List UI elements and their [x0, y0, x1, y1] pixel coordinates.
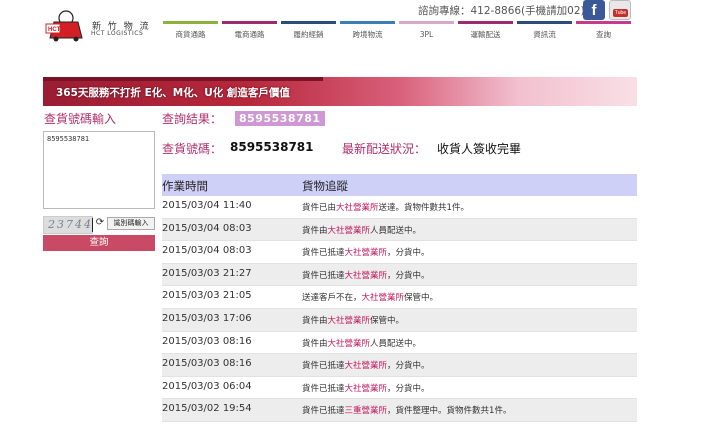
row-station-link[interactable]: 大社營業所 — [345, 271, 388, 281]
row-time: 2015/03/03 08:16 — [162, 358, 252, 370]
table-header: 作業時間 貨物追蹤 — [162, 174, 637, 196]
table-row: 2015/03/04 11:40 貨件已由大社營業所送達。貨物件數共1件。 — [162, 196, 637, 219]
refresh-captcha-icon[interactable]: ⟳ — [95, 217, 105, 229]
tracking-number-input[interactable] — [43, 131, 155, 209]
row-description: 送達客戶不在，大社營業所保管中。 — [302, 291, 438, 303]
slogan-banner: 365天服務不打折 E化、M化、U化 創造客戶價值 — [43, 77, 637, 106]
nav-item-3[interactable]: 跨境物流 — [340, 21, 395, 39]
row-desc-pre: 貨件已抵達 — [302, 383, 345, 394]
latest-status-label: 最新配送狀況： — [342, 142, 427, 156]
row-description: 貨件已由大社營業所送達。貨物件數共1件。 — [302, 201, 469, 213]
table-row: 2015/03/03 06:04 貨件已抵達大社營業所，分貨中。 — [162, 377, 637, 400]
row-description: 貨件已抵達三重營業所，貨件整理中。貨物件數共1件。 — [302, 404, 511, 416]
row-time: 2015/03/03 17:06 — [162, 312, 252, 324]
row-desc-pre: 貨件已抵達 — [302, 248, 345, 259]
row-desc-pre: 貨件由 — [302, 225, 328, 236]
row-desc-post: 保管中。 — [404, 293, 439, 304]
row-desc-pre: 貨件已由 — [302, 203, 337, 213]
latest-status-value: 收貨人簽收完畢 — [437, 142, 522, 156]
row-desc-pre: 貨件由 — [302, 315, 328, 326]
table-row: 2015/03/03 21:27 貨件已抵達大社營業所，分貨中。 — [162, 263, 637, 287]
row-station-link[interactable]: 大社營業所 — [345, 361, 388, 371]
nav-item-1[interactable]: 電商通路 — [222, 21, 277, 39]
row-station-link[interactable]: 大社營業所 — [362, 293, 405, 303]
row-station-link[interactable]: 大社營業所 — [345, 384, 388, 394]
table-row: 2015/03/04 08:03 貨件由大社營業所人員配送中。 — [162, 218, 637, 242]
row-description: 貨件由大社營業所保管中。 — [302, 314, 404, 326]
tracking-number-label: 查貨號碼： — [162, 142, 223, 156]
row-time: 2015/03/04 11:40 — [162, 200, 252, 211]
tracking-table: 作業時間 貨物追蹤 2015/03/04 11:40 貨件已由大社營業所送達。貨物… — [162, 174, 637, 422]
row-description: 貨件由大社營業所人員配送中。 — [302, 224, 421, 236]
row-station-link[interactable]: 大社營業所 — [328, 226, 371, 236]
youtube-icon[interactable]: Tube — [609, 0, 631, 20]
banner-text: 365天服務不打折 E化、M化、U化 創造客戶價值 — [56, 87, 290, 99]
table-row: 2015/03/02 19:54 貨件已抵達三重營業所，貨件整理中。貨物件數共1件… — [162, 399, 637, 422]
captcha-image: 23744 — [43, 216, 93, 234]
text-caret — [92, 218, 93, 232]
row-desc-post: 保管中。 — [370, 315, 405, 326]
row-description: 貨件已抵達大社營業所，分貨中。 — [302, 246, 430, 258]
row-station-link[interactable]: 三重營業所 — [345, 406, 388, 416]
tracking-number-value: 8595538781 — [230, 140, 314, 154]
row-time: 2015/03/04 08:03 — [162, 222, 252, 234]
table-row: 2015/03/03 17:06 貨件由大社營業所保管中。 — [162, 308, 637, 332]
nav-item-0[interactable]: 商貨通路 — [163, 21, 218, 39]
banner-accent-bar — [43, 77, 323, 81]
row-time: 2015/03/03 06:04 — [162, 380, 252, 392]
row-desc-post: ，分貨中。 — [387, 383, 430, 394]
result-value-badge: 8595538781 — [235, 111, 325, 126]
row-desc-post: ，分貨中。 — [387, 361, 430, 372]
row-station-link[interactable]: 大社營業所 — [328, 339, 371, 349]
row-desc-post: ，分貨中。 — [387, 248, 430, 259]
nav-item-5[interactable]: 運輸配送 — [458, 21, 513, 39]
nav-item-7[interactable]: 查詢 — [576, 21, 631, 39]
row-time: 2015/03/04 08:03 — [162, 245, 252, 257]
row-desc-post: ，分貨中。 — [387, 270, 430, 281]
row-station-link[interactable]: 大社營業所 — [336, 203, 379, 213]
row-station-link[interactable]: 大社營業所 — [345, 248, 388, 258]
row-desc-post: ，貨件整理中。貨物件數共1件。 — [387, 406, 512, 417]
row-desc-pre: 送達客戶不在， — [302, 293, 362, 304]
row-station-link[interactable]: 大社營業所 — [328, 316, 371, 326]
nav-item-2[interactable]: 履約經銷 — [281, 21, 336, 39]
row-description: 貨件已抵達大社營業所，分貨中。 — [302, 382, 430, 394]
col-header-time: 作業時間 — [162, 179, 208, 193]
row-description: 貨件已抵達大社營業所，分貨中。 — [302, 269, 430, 281]
svg-text:HCT: HCT — [48, 27, 61, 33]
row-desc-pre: 貨件已抵達 — [302, 270, 345, 281]
row-time: 2015/03/03 21:27 — [162, 267, 252, 279]
row-desc-pre: 貨件已抵達 — [302, 361, 345, 372]
table-row: 2015/03/03 08:16 貨件由大社營業所人員配送中。 — [162, 332, 637, 355]
row-desc-post: 人員配送中。 — [370, 225, 422, 236]
row-desc-post: 送達。貨物件數共1件。 — [378, 203, 469, 213]
row-desc-post: 人員配送中。 — [370, 338, 422, 349]
row-desc-pre: 貨件已抵達 — [302, 406, 345, 417]
row-time: 2015/03/03 21:05 — [162, 290, 252, 302]
hotline-text: 諮詢專線：412-8866(手機請加02) — [418, 5, 585, 17]
row-time: 2015/03/02 19:54 — [162, 403, 252, 415]
row-desc-pre: 貨件由 — [302, 338, 328, 349]
hct-logo[interactable]: HCT 新 竹 物 流 HCT LOGISTICS — [44, 8, 154, 42]
row-description: 貨件已抵達大社營業所，分貨中。 — [302, 359, 430, 371]
nav-item-6[interactable]: 資訊流 — [517, 21, 572, 39]
col-header-tracking: 貨物追蹤 — [302, 179, 348, 193]
nav-item-4[interactable]: 3PL — [399, 21, 454, 39]
row-time: 2015/03/03 08:16 — [162, 335, 252, 347]
query-input-title: 查貨號碼輸入 — [44, 112, 117, 126]
facebook-icon[interactable]: f — [583, 0, 605, 20]
hct-mascot-icon: HCT — [45, 10, 83, 42]
row-description: 貨件由大社營業所人員配送中。 — [302, 337, 421, 349]
table-row: 2015/03/03 21:05 送達客戶不在，大社營業所保管中。 — [162, 286, 637, 309]
table-body: 2015/03/04 11:40 貨件已由大社營業所送達。貨物件數共1件。 2015… — [162, 196, 637, 422]
result-label: 查詢結果： — [162, 112, 223, 126]
logo-text-en: HCT LOGISTICS — [91, 30, 144, 37]
captcha-input-button[interactable]: 識別碼輸入 — [107, 217, 155, 230]
search-button[interactable]: 查詢 — [43, 235, 155, 251]
table-row: 2015/03/03 08:16 貨件已抵達大社營業所，分貨中。 — [162, 354, 637, 377]
table-row: 2015/03/04 08:03 貨件已抵達大社營業所，分貨中。 — [162, 241, 637, 264]
